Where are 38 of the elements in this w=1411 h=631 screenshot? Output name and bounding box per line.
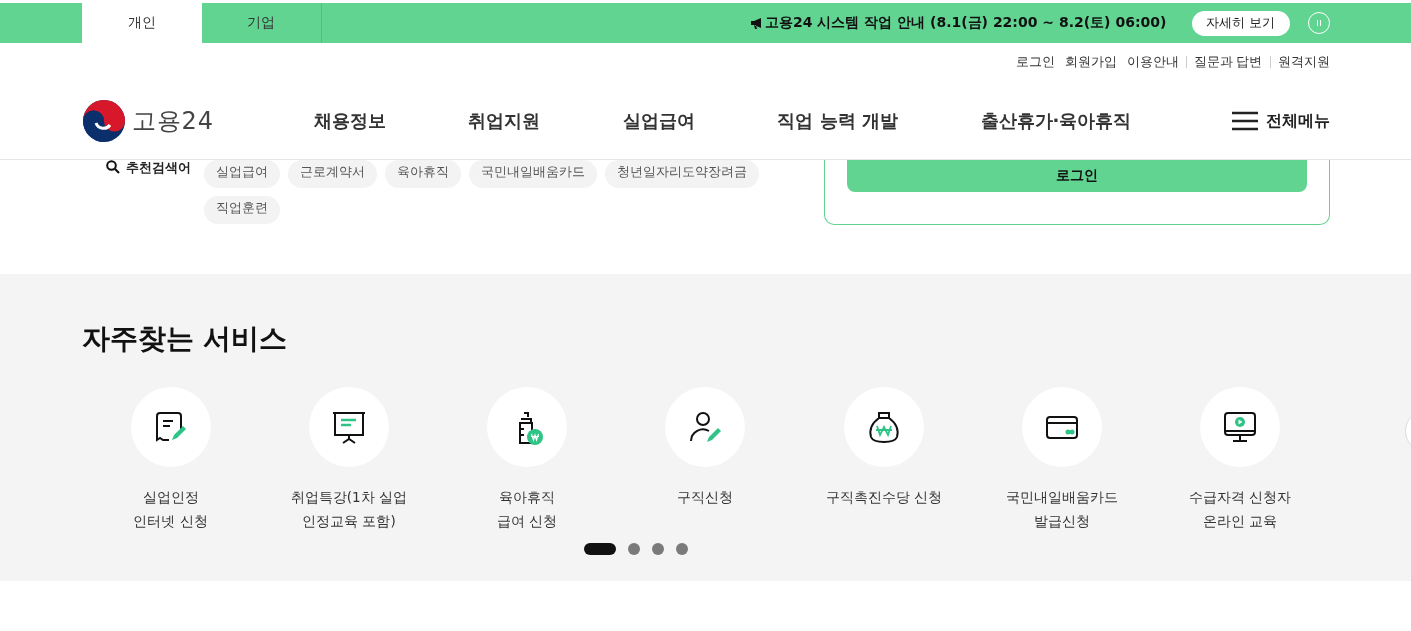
nav-link[interactable]: 출산휴가·육아휴직 <box>980 109 1132 133</box>
nav-link[interactable]: 실업급여 <box>622 109 695 133</box>
pager-dot[interactable] <box>651 543 664 555</box>
all-menu-link[interactable]: 전체메뉴 <box>1231 110 1330 132</box>
service-link[interactable]: 취업특강(1차 실업 인정교육 포함) <box>290 485 407 533</box>
keyword-chip[interactable]: 육아휴직 <box>384 160 461 188</box>
nav-link[interactable]: 채용정보 <box>313 109 386 133</box>
keyword-chip[interactable]: 근로계약서 <box>287 160 377 188</box>
keyword-chip[interactable]: 국민내일배움카드 <box>468 160 597 188</box>
tab[interactable]: 개인 <box>81 3 202 43</box>
utility-link[interactable]: 원격지원 <box>1277 53 1330 71</box>
keyword-chip[interactable]: 청년일자리도약장려금 <box>604 160 759 188</box>
keyword-chip[interactable]: 실업급여 <box>203 160 280 188</box>
menu-icon <box>1231 111 1258 131</box>
logo-text[interactable]: 고용24 <box>131 105 215 137</box>
utility-link[interactable]: 질문과 답변 <box>1193 53 1263 71</box>
taegeuk-logo-icon[interactable] <box>81 99 126 143</box>
utility-link[interactable]: 이용안내 <box>1126 53 1179 71</box>
section-title: 자주찾는 서비스 <box>81 321 289 357</box>
notice-text[interactable]: 고용24 시스템 작업 안내 (8.1(금) 22:00 ~ 8.2(토) 06:00) <box>765 14 1167 32</box>
service-link[interactable]: 국민내일배움카드 발급신청 <box>1006 485 1119 533</box>
keyword-chip[interactable]: 직업훈련 <box>203 196 280 224</box>
utility-link[interactable]: 로그인 <box>1015 53 1055 71</box>
detail-button[interactable]: 자세히 보기 <box>1192 10 1290 36</box>
recommended-search-label: 추천검색어 <box>125 160 191 177</box>
utility-link[interactable]: 회원가입 <box>1064 53 1117 71</box>
pager-dot[interactable] <box>627 543 640 555</box>
pager-dot[interactable] <box>675 543 688 555</box>
service-link[interactable]: 구직신청 <box>677 485 734 509</box>
service-link[interactable]: 실업인정 인터넷 신청 <box>133 485 208 533</box>
login-button[interactable]: 로그인 <box>846 160 1307 192</box>
nav-link[interactable]: 취업지원 <box>468 109 541 133</box>
service-link[interactable]: 구직촉진수당 신청 <box>825 485 942 509</box>
tab[interactable]: 기업 <box>201 3 322 43</box>
service-link[interactable]: 육아휴직 급여 신청 <box>497 485 558 533</box>
nav-link[interactable]: 직업 능력 개발 <box>777 109 898 133</box>
service-link[interactable]: 수급자격 신청자 온라인 교육 <box>1189 485 1292 533</box>
search-icon <box>105 160 120 174</box>
